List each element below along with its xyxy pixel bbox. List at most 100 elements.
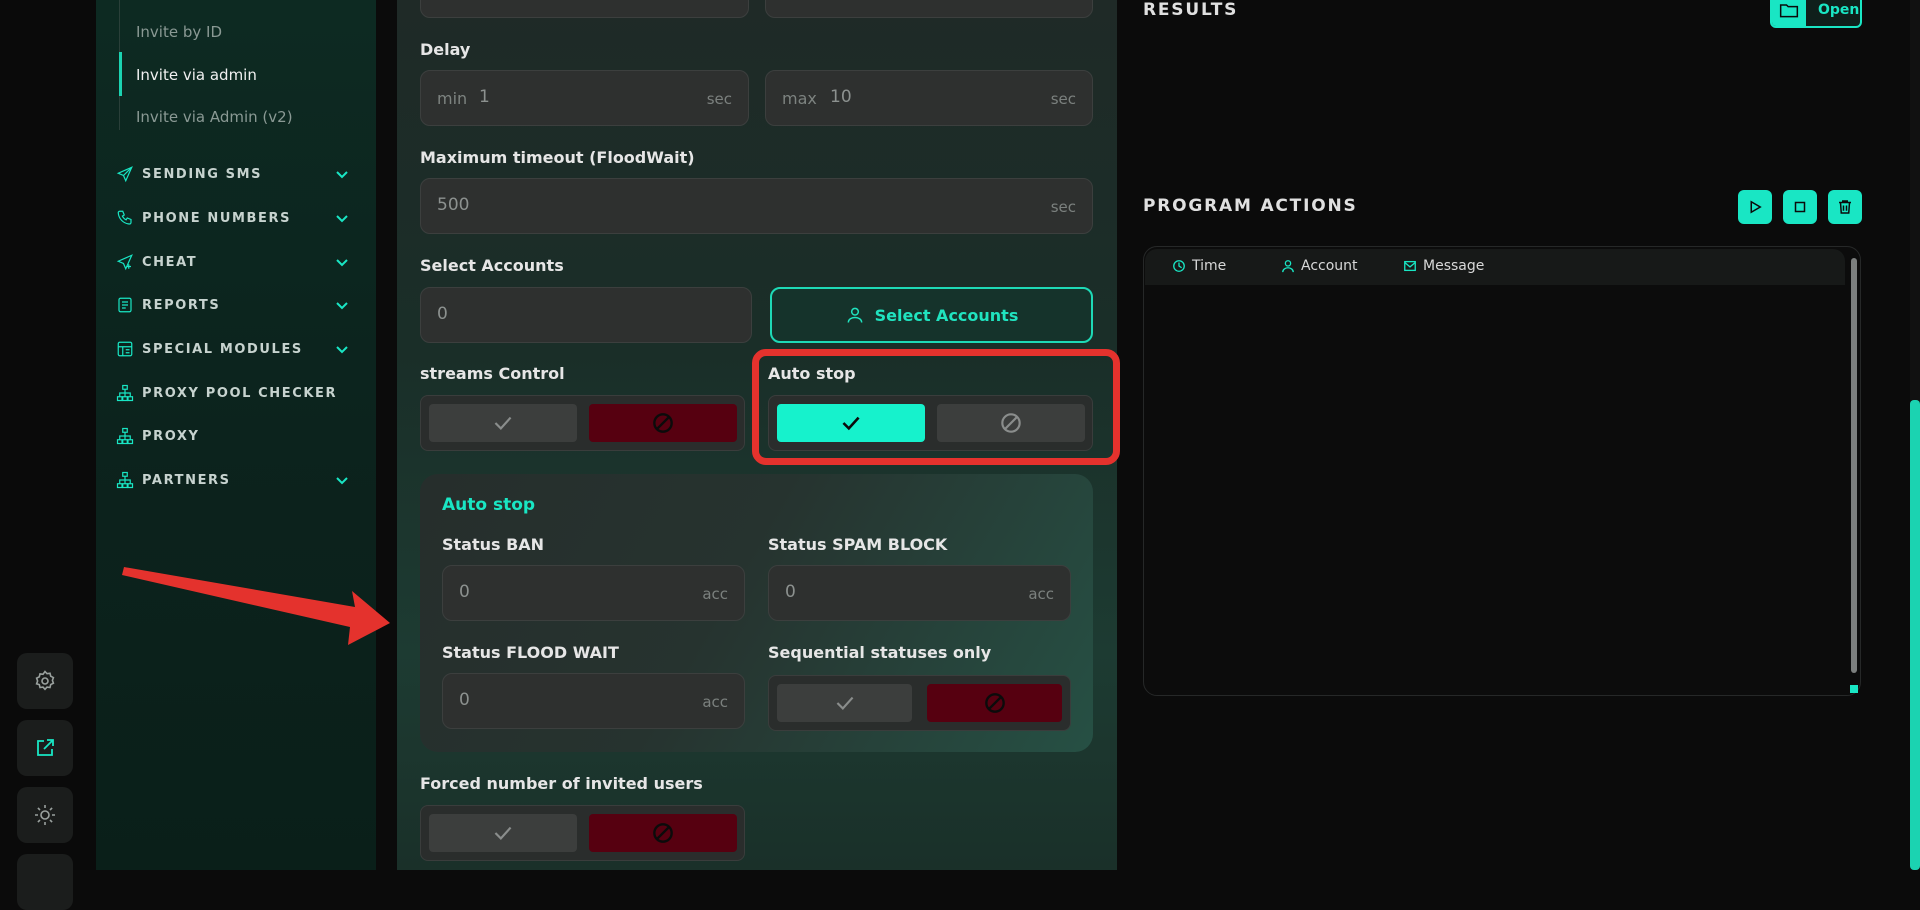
sidebar-item-reports[interactable]: REPORTS <box>116 295 356 315</box>
status-flood-wait-field[interactable]: 0 acc <box>442 673 745 729</box>
select-accounts-label: Select Accounts <box>420 256 564 275</box>
sidebar-item-partners[interactable]: PARTNERS <box>116 470 356 490</box>
accounts-count-value: 0 <box>437 304 448 324</box>
chevron-down-icon <box>336 477 348 485</box>
sequential-statuses-disable[interactable] <box>927 684 1062 722</box>
ban-icon <box>984 693 1005 713</box>
select-accounts-button[interactable]: Select Accounts <box>770 287 1093 343</box>
log-scrollbar[interactable] <box>1851 258 1857 673</box>
sidebar-item-label: PHONE NUMBERS <box>142 210 292 226</box>
status-ban-field[interactable]: 0 acc <box>442 565 745 621</box>
sidebar-item-label: REPORTS <box>142 297 221 313</box>
clock-icon <box>1173 260 1185 272</box>
sidebar-item-special-modules[interactable]: SPECIAL MODULES <box>116 339 356 359</box>
sidebar-item-label: PROXY POOL CHECKER <box>142 385 338 401</box>
ban-icon <box>653 413 673 433</box>
status-ban-value: 0 <box>459 582 470 602</box>
forced-number-enable[interactable] <box>429 814 577 852</box>
sequential-statuses-label: Sequential statuses only <box>768 643 992 662</box>
status-spam-block-label: Status SPAM BLOCK <box>768 535 948 554</box>
timeout-label: Maximum timeout (FloodWait) <box>420 148 695 167</box>
sidebar-item-label: CHEAT <box>142 254 198 270</box>
chevron-down-icon <box>336 171 348 179</box>
delay-min-field[interactable]: min 1 sec <box>420 70 749 126</box>
actions-log-header <box>1145 249 1845 285</box>
sidebar-item-cheat[interactable]: CHEAT <box>116 252 356 272</box>
field-top-right[interactable] <box>765 0 1093 18</box>
active-indicator <box>119 52 122 96</box>
open-button-label: Open <box>1818 2 1860 18</box>
sidebar-item-sending-sms[interactable]: SENDING SMS <box>116 164 356 184</box>
page-scrollbar-thumb[interactable] <box>1910 400 1920 870</box>
streams-control-enable[interactable] <box>429 404 577 442</box>
open-button[interactable]: Open <box>1770 0 1862 28</box>
icon-rail <box>0 0 96 910</box>
status-ban-label: Status BAN <box>442 535 545 554</box>
annotation-arrow <box>122 567 390 645</box>
timeout-field[interactable]: 500 sec <box>420 178 1093 234</box>
results-title: RESULTS <box>1143 0 1239 20</box>
delay-min-value: 1 <box>479 87 490 107</box>
resize-handle[interactable] <box>1850 685 1858 693</box>
play-button[interactable] <box>1738 190 1772 224</box>
sidebar-item-label: PARTNERS <box>142 472 231 488</box>
sidebar-item-proxy[interactable]: PROXY <box>116 426 356 446</box>
delay-max-prefix: max <box>782 89 817 108</box>
column-message-label: Message <box>1423 258 1485 274</box>
check-icon <box>836 696 853 710</box>
streams-control-label: streams Control <box>420 364 565 383</box>
delete-button[interactable] <box>1828 190 1862 224</box>
sidebar-item-invite-by-id[interactable]: Invite by ID <box>136 23 222 41</box>
forced-number-label: Forced number of invited users <box>420 774 703 793</box>
column-time[interactable]: Time <box>1172 258 1226 274</box>
sidebar-item-invite-via-admin[interactable]: Invite via admin <box>136 66 257 84</box>
sun-icon <box>35 805 55 825</box>
rail-button-more[interactable] <box>17 854 73 910</box>
chevron-down-icon <box>336 346 348 354</box>
streams-control-disable[interactable] <box>589 404 737 442</box>
accounts-count-field[interactable]: 0 <box>420 287 752 343</box>
play-icon <box>1750 200 1762 214</box>
sidebar-item-phone-numbers[interactable]: PHONE NUMBERS <box>116 208 356 228</box>
check-icon <box>494 416 512 430</box>
field-top-left[interactable] <box>420 0 749 18</box>
mail-icon <box>1404 260 1416 272</box>
user-icon <box>847 307 863 323</box>
phone-icon <box>117 210 132 225</box>
network-icon <box>116 427 134 445</box>
chevron-down-icon <box>336 259 348 267</box>
actions-log <box>1143 246 1861 696</box>
forced-number-disable[interactable] <box>589 814 737 852</box>
status-spam-block-field[interactable]: 0 acc <box>768 565 1071 621</box>
sequential-statuses-enable[interactable] <box>777 684 912 722</box>
network-icon <box>116 471 134 489</box>
external-link-button[interactable] <box>17 720 73 776</box>
column-account[interactable]: Account <box>1281 258 1358 274</box>
timeout-value: 500 <box>437 195 470 215</box>
external-link-icon <box>37 739 54 756</box>
status-spam-block-suffix: acc <box>1028 585 1054 603</box>
delay-label: Delay <box>420 40 471 59</box>
status-spam-block-value: 0 <box>785 582 796 602</box>
send-icon <box>116 166 133 183</box>
sidebar-item-label: SENDING SMS <box>142 166 263 182</box>
sidebar-item-invite-via-admin-v2[interactable]: Invite via Admin (v2) <box>136 108 293 126</box>
chevron-down-icon <box>336 215 348 223</box>
stop-icon <box>1794 201 1806 213</box>
program-actions-title: PROGRAM ACTIONS <box>1143 196 1358 216</box>
check-icon <box>494 826 512 840</box>
settings-button[interactable] <box>17 653 73 709</box>
sidebar-item-label: SPECIAL MODULES <box>142 341 303 357</box>
ban-icon <box>653 823 673 843</box>
user-icon <box>1282 260 1294 273</box>
stop-button[interactable] <box>1783 190 1817 224</box>
delay-max-field[interactable]: max 10 sec <box>765 70 1093 126</box>
column-message[interactable]: Message <box>1403 258 1484 274</box>
theme-button[interactable] <box>17 787 73 843</box>
report-icon <box>118 297 132 313</box>
send-plus-icon <box>116 254 133 271</box>
column-time-label: Time <box>1192 258 1227 274</box>
annotation-highlight-box <box>752 349 1120 465</box>
sidebar-item-proxy-pool-checker[interactable]: PROXY POOL CHECKER <box>116 383 356 403</box>
delay-max-suffix: sec <box>1050 90 1076 108</box>
